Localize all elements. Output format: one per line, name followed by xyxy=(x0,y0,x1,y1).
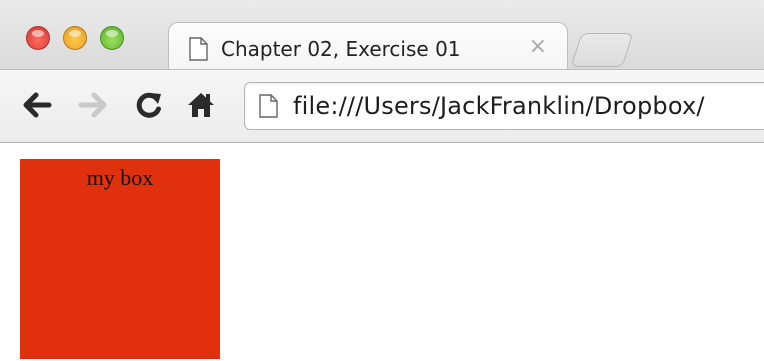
forward-button[interactable] xyxy=(76,88,110,122)
active-tab[interactable]: Chapter 02, Exercise 01 × xyxy=(168,22,568,69)
minimize-window-button[interactable] xyxy=(63,26,87,50)
url-text: file:///Users/JackFranklin/Dropbox/ xyxy=(293,92,705,120)
tab-close-icon[interactable]: × xyxy=(529,35,547,59)
document-icon xyxy=(189,37,208,61)
window-controls xyxy=(26,26,124,50)
reload-button[interactable] xyxy=(132,88,166,122)
page-viewport: my box xyxy=(0,143,764,361)
tab-strip: Chapter 02, Exercise 01 × xyxy=(0,0,764,70)
close-window-button[interactable] xyxy=(26,26,50,50)
reload-icon xyxy=(136,92,161,118)
forward-arrow-icon xyxy=(78,92,107,118)
home-button[interactable] xyxy=(184,88,218,122)
back-arrow-icon xyxy=(23,92,52,118)
tab-title: Chapter 02, Exercise 01 xyxy=(221,37,461,61)
home-icon xyxy=(188,93,214,117)
address-bar[interactable]: file:///Users/JackFranklin/Dropbox/ xyxy=(244,82,764,130)
new-tab-button[interactable] xyxy=(570,33,634,67)
document-icon xyxy=(259,94,278,118)
back-button[interactable] xyxy=(20,88,54,122)
red-box: my box xyxy=(20,159,220,359)
toolbar: file:///Users/JackFranklin/Dropbox/ xyxy=(0,70,764,143)
zoom-window-button[interactable] xyxy=(100,26,124,50)
